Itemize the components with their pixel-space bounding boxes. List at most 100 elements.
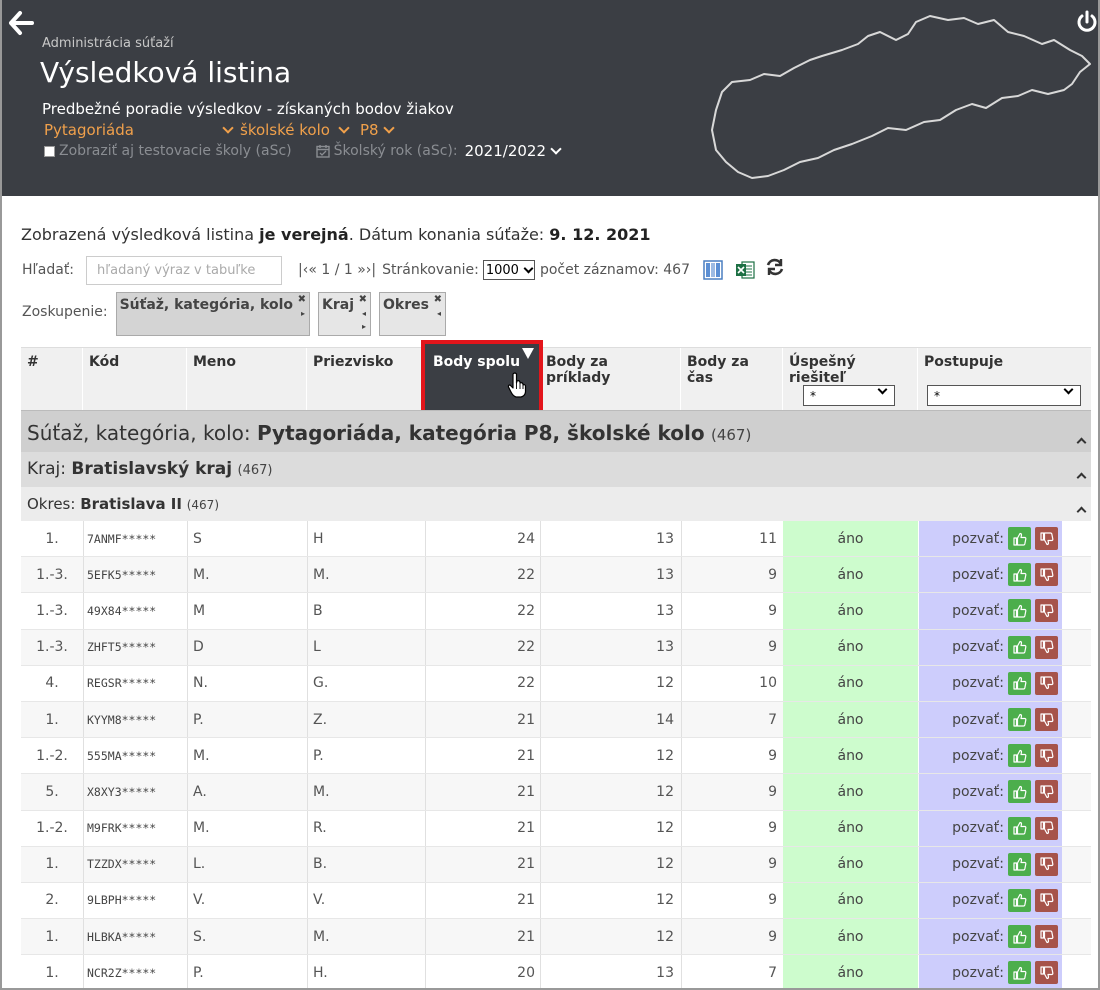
cell-body-priklady: 12	[656, 928, 674, 945]
thumbs-up-icon[interactable]	[1008, 925, 1031, 949]
paging-select[interactable]: 1000	[482, 260, 535, 280]
thumbs-down-icon[interactable]	[1035, 635, 1058, 659]
invite-label: pozvať:	[952, 639, 1004, 656]
cell-postupuje: pozvať:	[919, 557, 1062, 593]
group-chip-okres[interactable]: Okres ✖ ◂	[379, 292, 446, 336]
cell-body-spolu: 22	[517, 639, 535, 656]
table-row: 1.-3. ZHFT5***** D L 22 13 9 áno pozvať:	[21, 629, 1091, 666]
remove-icon[interactable]: ✖	[434, 294, 442, 305]
thumbs-up-icon[interactable]	[1008, 563, 1031, 587]
thumbs-up-icon[interactable]	[1008, 961, 1031, 985]
table-row: 1.-2. 555MA***** M. P. 21 12 9 áno pozva…	[21, 738, 1091, 775]
group-chip-label: Súťaž, kategória, kolo	[119, 297, 294, 313]
thumbs-up-icon[interactable]	[1008, 852, 1031, 876]
thumbs-down-icon[interactable]	[1035, 563, 1058, 587]
group-header-okres[interactable]: Okres: Bratislava II (467)	[21, 487, 1091, 521]
group-chip-competition[interactable]: Súťaž, kategória, kolo ✖ ▸	[115, 292, 311, 336]
round-value: školské kolo	[240, 121, 330, 139]
category-value: P8	[359, 121, 379, 139]
thumbs-down-icon[interactable]	[1035, 599, 1058, 623]
thumbs-up-icon[interactable]	[1008, 671, 1031, 695]
cell-kod: 555MA*****	[87, 748, 157, 763]
thumbs-up-icon[interactable]	[1008, 527, 1031, 551]
thumbs-down-icon[interactable]	[1035, 671, 1058, 695]
col-body-spolu-sorted[interactable]: Body spolu	[421, 340, 543, 414]
thumbs-up-icon[interactable]	[1008, 635, 1031, 659]
filter-postupuje-select[interactable]: *	[927, 384, 1081, 406]
thumbs-down-icon[interactable]	[1035, 708, 1058, 732]
thumbs-down-icon[interactable]	[1035, 744, 1058, 768]
thumbs-down-icon[interactable]	[1035, 852, 1058, 876]
thumbs-down-icon[interactable]	[1035, 888, 1058, 912]
test-schools-checkbox[interactable]	[44, 145, 55, 157]
move-left-icon[interactable]: ◂	[437, 309, 441, 318]
cell-body-priklady: 12	[656, 892, 674, 909]
breadcrumb[interactable]: Administrácia súťaží	[42, 36, 174, 51]
table-row: 5. X8XY3***** A. M. 21 12 9 áno pozvať:	[21, 774, 1091, 811]
move-right-icon[interactable]: ▸	[362, 322, 366, 331]
thumbs-up-icon[interactable]	[1008, 780, 1031, 804]
col-priezvisko[interactable]: Priezvisko	[307, 348, 425, 411]
paging-value: 1000	[485, 262, 519, 278]
table-body: 1. 7ANMF***** S H 24 13 11 áno pozvať: 1…	[21, 521, 1091, 988]
record-count: počet záznamov: 467	[539, 262, 690, 278]
school-year-select[interactable]: 2021/2022	[465, 142, 562, 160]
cell-priezvisko: B	[313, 602, 323, 619]
thumbs-down-icon[interactable]	[1035, 780, 1058, 804]
col-body-cas[interactable]: Body za čas	[681, 348, 783, 411]
thumbs-up-icon[interactable]	[1008, 888, 1031, 912]
thumbs-up-icon[interactable]	[1008, 599, 1031, 623]
test-schools-label: Zobraziť aj testovacie školy (aSc)	[59, 143, 292, 159]
move-left-icon[interactable]: ◂	[362, 309, 366, 318]
columns-icon[interactable]	[702, 259, 724, 281]
thumbs-down-icon[interactable]	[1035, 925, 1058, 949]
cell-postupuje: pozvať:	[919, 919, 1062, 955]
pager[interactable]: |‹« 1 / 1 »›|	[298, 262, 376, 278]
col-meno[interactable]: Meno	[187, 348, 307, 411]
invite-label: pozvať:	[952, 928, 1004, 945]
collapse-icon[interactable]	[1076, 437, 1087, 448]
group-header-kraj[interactable]: Kraj: Bratislavský kraj (467)	[21, 452, 1091, 487]
table-row: 1. HLBKA***** S. M. 21 12 9 áno pozvať:	[21, 919, 1091, 956]
remove-icon[interactable]: ✖	[298, 294, 306, 305]
filter-uspesny-select[interactable]: *	[803, 384, 895, 406]
col-kod[interactable]: Kód	[83, 348, 187, 411]
cell-postupuje: pozvať:	[919, 882, 1062, 919]
cell-postupuje: pozvať:	[919, 738, 1062, 774]
thumbs-up-icon[interactable]	[1008, 708, 1031, 732]
col-rank[interactable]: #	[21, 348, 83, 411]
excel-export-icon[interactable]	[734, 259, 756, 281]
info-prefix: Zobrazená výsledková listina	[21, 225, 260, 244]
round-select[interactable]: školské kolo	[240, 121, 350, 139]
cell-body-spolu: 24	[517, 530, 535, 547]
cell-uspesny: áno	[783, 955, 918, 988]
cell-body-cas: 9	[768, 820, 777, 837]
invite-label: pozvať:	[952, 602, 1004, 619]
competition-select[interactable]: Pytagoriáda	[42, 121, 234, 139]
collapse-icon[interactable]	[1076, 506, 1087, 517]
refresh-icon[interactable]	[764, 256, 786, 278]
collapse-icon[interactable]	[1076, 472, 1087, 483]
remove-icon[interactable]: ✖	[359, 294, 367, 305]
thumbs-down-icon[interactable]	[1035, 816, 1058, 840]
col-body-priklady[interactable]: Body za príklady	[540, 348, 681, 411]
cell-rank: 1.	[45, 964, 59, 981]
thumbs-up-icon[interactable]	[1008, 744, 1031, 768]
search-input[interactable]	[86, 255, 283, 285]
table-header: # Kód Meno Priezvisko Body za príklady B…	[21, 340, 1091, 414]
cell-body-priklady: 13	[656, 566, 674, 583]
thumbs-up-icon[interactable]	[1008, 816, 1031, 840]
thumbs-down-icon[interactable]	[1035, 961, 1058, 985]
thumbs-down-icon[interactable]	[1035, 527, 1058, 551]
back-arrow-icon[interactable]	[8, 10, 34, 36]
group-header-competition[interactable]: Súťaž, kategória, kolo: Pytagoriáda, kat…	[21, 410, 1091, 452]
cell-body-spolu: 22	[517, 675, 535, 692]
move-right-icon[interactable]: ▸	[301, 309, 305, 318]
cell-meno: P.	[193, 964, 204, 981]
category-select[interactable]: P8	[359, 121, 395, 139]
group-chip-kraj[interactable]: Kraj ✖ ◂ ▸	[318, 292, 372, 336]
table-row: 1.-2. M9FRK***** M. R. 21 12 9 áno pozva…	[21, 810, 1091, 847]
cell-postupuje: pozvať:	[919, 810, 1062, 846]
cell-body-spolu: 20	[517, 964, 535, 981]
cell-kod: KYYM8*****	[87, 712, 157, 727]
